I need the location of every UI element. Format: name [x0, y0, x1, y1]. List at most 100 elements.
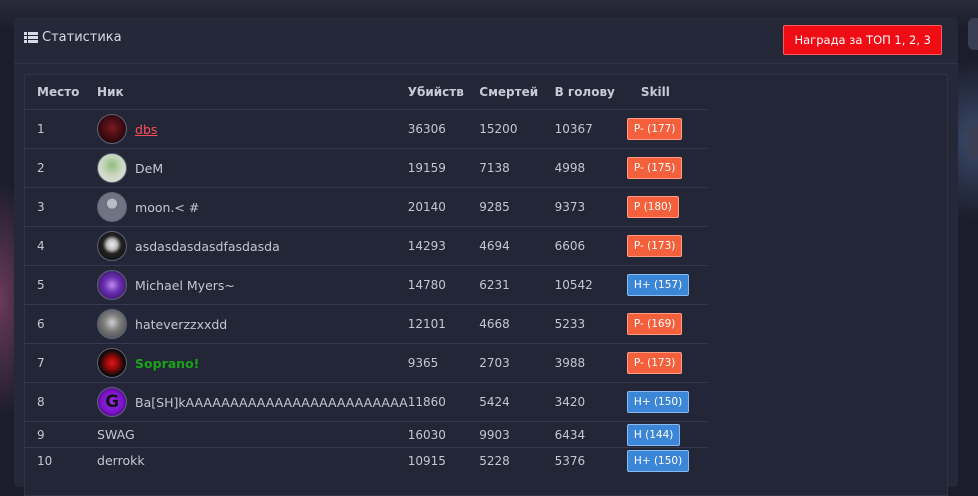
- rank-cell: 6: [25, 304, 98, 344]
- rank-cell: 10: [25, 447, 98, 473]
- avatar[interactable]: [97, 348, 128, 378]
- column-header-rank[interactable]: Место: [25, 75, 97, 110]
- kills-cell: 9365: [407, 343, 480, 383]
- headshots-cell: 6606: [554, 226, 627, 266]
- avatar[interactable]: [97, 153, 128, 183]
- nick-cell: moon.< #: [97, 187, 408, 227]
- skill-badge: H+ (150): [626, 391, 690, 413]
- side-button-top[interactable]: [968, 18, 978, 50]
- stats-table-container: Место Ник Убийств Смертей В голову Skill…: [24, 74, 948, 496]
- headshots-cell: 3988: [554, 343, 627, 383]
- kills-cell: 36306: [407, 109, 480, 149]
- player-nick[interactable]: Ba[SH]kAAAAAAAAAAAAAAAAAAAAAAAAA: [135, 395, 408, 410]
- deaths-cell: 9903: [479, 421, 555, 448]
- deaths-cell: 5424: [479, 382, 555, 422]
- deaths-cell: 7138: [479, 148, 555, 188]
- player-nick[interactable]: moon.< #: [135, 200, 199, 215]
- rank-cell: 4: [25, 226, 98, 266]
- skill-badge: P- (177): [626, 118, 683, 140]
- table-row[interactable]: 2 DeM 19159 7138 4998 P- (175): [25, 148, 707, 188]
- panel-title-wrap: Статистика: [24, 30, 122, 45]
- nick-cell: derrokk: [97, 447, 408, 473]
- rank-cell: 1: [25, 109, 98, 149]
- avatar[interactable]: [97, 270, 128, 300]
- column-header-skill[interactable]: Skill: [627, 75, 707, 110]
- skill-badge: H+ (150): [626, 449, 690, 472]
- nick-cell: hateverzzxxdd: [97, 304, 408, 344]
- skill-badge: H+ (157): [626, 274, 690, 296]
- player-nick[interactable]: asdasdasdasdfasdasda: [135, 239, 280, 254]
- column-header-nick[interactable]: Ник: [97, 75, 408, 110]
- rank-cell: 7: [25, 343, 98, 383]
- player-nick[interactable]: DeM: [135, 161, 163, 176]
- nick-cell: G Ba[SH]kAAAAAAAAAAAAAAAAAAAAAAAAA: [97, 382, 408, 422]
- rank-cell: 3: [25, 187, 98, 227]
- list-icon: [24, 32, 38, 43]
- nick-cell: dbs: [97, 109, 408, 149]
- deaths-cell: 9285: [479, 187, 555, 227]
- headshots-cell: 5233: [554, 304, 627, 344]
- rank-cell: 2: [25, 148, 98, 188]
- table-row[interactable]: 3 moon.< # 20140 9285 9373 P (180): [25, 187, 707, 227]
- headshots-cell: 10542: [554, 265, 627, 305]
- deaths-cell: 2703: [479, 343, 555, 383]
- avatar[interactable]: G: [97, 387, 128, 417]
- skill-badge: P- (173): [626, 235, 683, 257]
- table-row[interactable]: 8 G Ba[SH]kAAAAAAAAAAAAAAAAAAAAAAAAA 118…: [25, 382, 707, 422]
- skill-badge: P- (173): [626, 352, 683, 374]
- kills-cell: 12101: [407, 304, 480, 344]
- avatar-placeholder-icon[interactable]: [97, 192, 128, 222]
- page-title: Статистика: [42, 30, 122, 45]
- kills-cell: 11860: [407, 382, 480, 422]
- player-nick[interactable]: SWAG: [97, 427, 135, 442]
- panel-header: Статистика Награда за ТОП 1, 2, 3: [14, 17, 958, 64]
- nick-cell: Soprano!: [97, 343, 408, 383]
- stats-table: Место Ник Убийств Смертей В голову Skill…: [25, 75, 707, 473]
- skill-badge: P- (169): [626, 313, 683, 335]
- nick-cell: DeM: [97, 148, 408, 188]
- headshots-cell: 10367: [554, 109, 627, 149]
- column-header-headshots[interactable]: В голову: [555, 75, 627, 110]
- kills-cell: 16030: [407, 421, 480, 448]
- deaths-cell: 4694: [479, 226, 555, 266]
- table-row[interactable]: 7 Soprano! 9365 2703 3988 P- (173): [25, 343, 707, 383]
- kills-cell: 19159: [407, 148, 480, 188]
- deaths-cell: 15200: [479, 109, 555, 149]
- statistics-panel: Статистика Награда за ТОП 1, 2, 3 Место …: [14, 17, 958, 496]
- reward-top3-button[interactable]: Награда за ТОП 1, 2, 3: [783, 25, 942, 55]
- player-nick[interactable]: Soprano!: [135, 356, 199, 371]
- side-button-middle[interactable]: [968, 125, 978, 157]
- nick-cell: Michael Myers~: [97, 265, 408, 305]
- table-row[interactable]: 9 SWAG 16030 9903 6434 H (144): [25, 421, 707, 448]
- column-header-deaths[interactable]: Смертей: [479, 75, 554, 110]
- table-row[interactable]: 4 asdasdasdasdfasdasda 14293 4694 6606 P…: [25, 226, 707, 266]
- column-header-kills[interactable]: Убийств: [408, 75, 480, 110]
- table-row[interactable]: 5 Michael Myers~ 14780 6231 10542 H+ (15…: [25, 265, 707, 305]
- avatar[interactable]: [97, 231, 128, 261]
- table-row[interactable]: 1 dbs 36306 15200 10367 P- (177): [25, 109, 707, 149]
- avatar[interactable]: [97, 114, 128, 144]
- rank-cell: 8: [25, 382, 98, 422]
- player-nick[interactable]: derrokk: [97, 453, 145, 468]
- kills-cell: 14293: [407, 226, 480, 266]
- kills-cell: 20140: [407, 187, 480, 227]
- headshots-cell: 4998: [554, 148, 627, 188]
- skill-badge: P (180): [626, 196, 679, 218]
- skill-badge: H (144): [626, 423, 681, 446]
- table-row[interactable]: 6 hateverzzxxdd 12101 4668 5233 P- (169): [25, 304, 707, 344]
- rank-cell: 9: [25, 421, 98, 448]
- player-nick[interactable]: hateverzzxxdd: [135, 317, 227, 332]
- table-row[interactable]: 10 derrokk 10915 5228 5376 H+ (150): [25, 447, 707, 473]
- kills-cell: 14780: [407, 265, 480, 305]
- kills-cell: 10915: [407, 447, 480, 473]
- headshots-cell: 3420: [554, 382, 627, 422]
- avatar[interactable]: [97, 309, 128, 339]
- deaths-cell: 5228: [479, 447, 555, 473]
- player-nick[interactable]: Michael Myers~: [135, 278, 235, 293]
- player-nick[interactable]: dbs: [135, 122, 157, 137]
- nick-cell: SWAG: [97, 421, 408, 448]
- deaths-cell: 6231: [479, 265, 555, 305]
- headshots-cell: 5376: [554, 447, 627, 473]
- skill-badge: P- (175): [626, 157, 683, 179]
- rank-cell: 5: [25, 265, 98, 305]
